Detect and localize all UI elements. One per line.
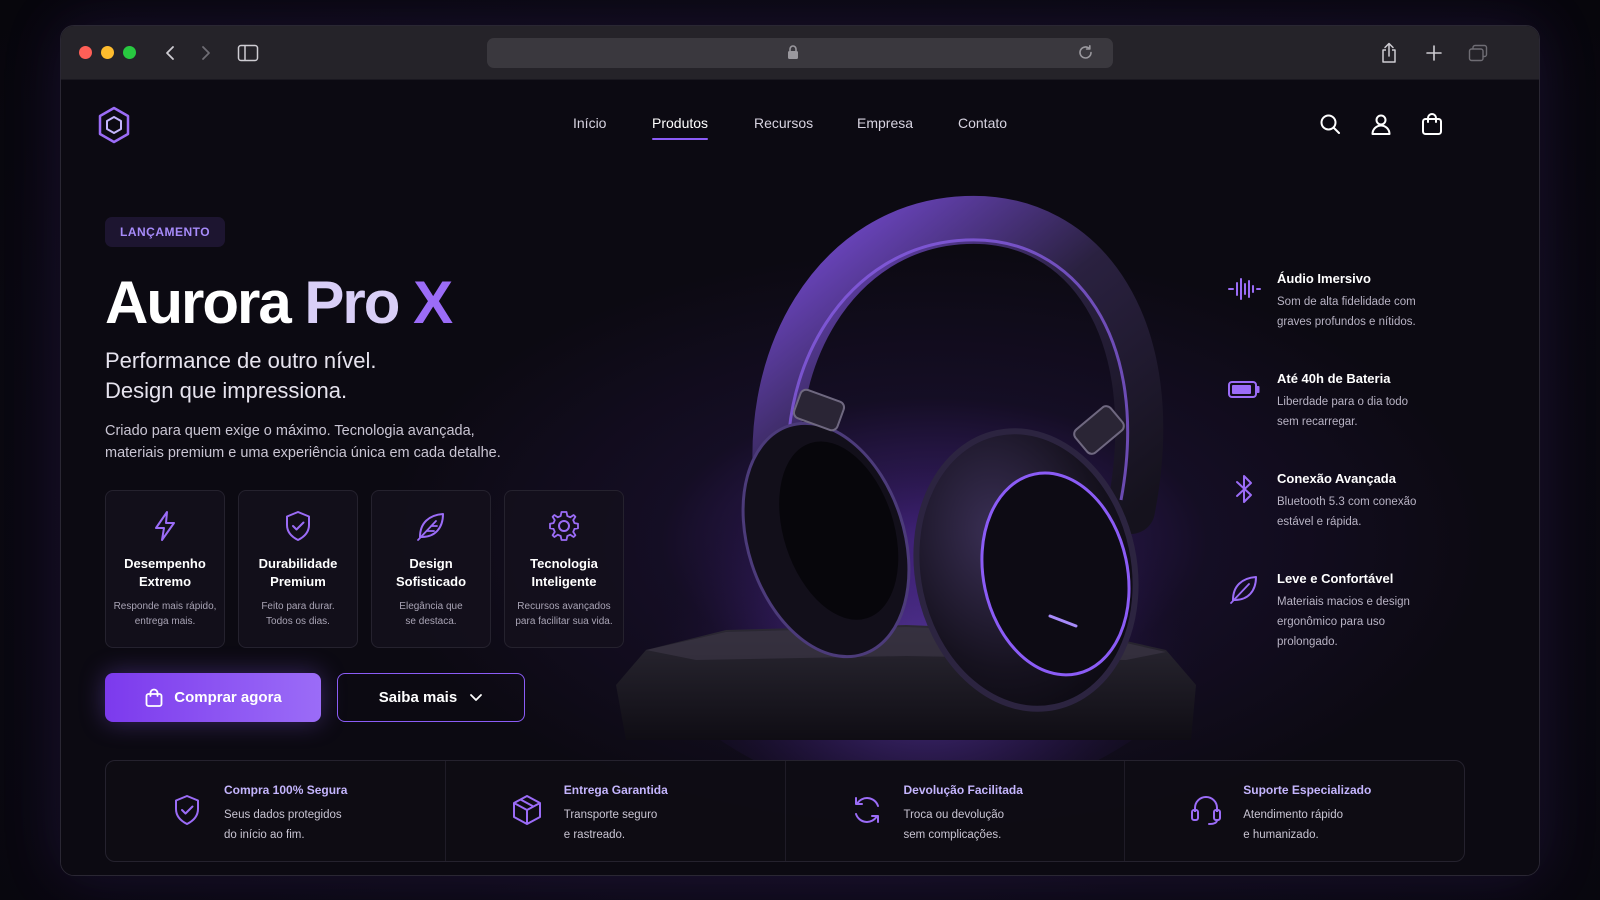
- card-desc: Elegância que se destaca.: [399, 601, 463, 627]
- guarantee-item: Suporte Especializado Atendimento rápido…: [1125, 761, 1464, 861]
- bolt-icon: [155, 511, 175, 541]
- box-icon: [512, 795, 541, 825]
- guarantee-desc: Troca ou devolução sem complicações.: [903, 809, 1005, 841]
- highlight-card[interactable]: Desempenho Extremo Responde mais rápido,…: [105, 490, 225, 648]
- share-icon[interactable]: [1377, 41, 1401, 65]
- subtitle-line: Design que impressiona.: [105, 378, 348, 403]
- guarantee-title: Entrega Garantida: [563, 783, 668, 797]
- waveform-icon: [1228, 278, 1261, 300]
- card-title: Extremo: [138, 574, 192, 589]
- guarantee-title: Devolução Facilitada: [903, 783, 1023, 797]
- feature-list: Áudio Imersivo Som de alta fidelidade co…: [1227, 270, 1477, 670]
- feature-item: Áudio Imersivo Som de alta fidelidade co…: [1227, 270, 1477, 370]
- gear-icon: [549, 511, 579, 541]
- guarantee-desc: Atendimento rápido e humanizado.: [1243, 809, 1343, 841]
- title-pro: Pro: [304, 269, 400, 336]
- shield-check-icon: [286, 511, 310, 541]
- card-title: Sofisticado: [395, 574, 467, 589]
- description-line: materiais premium e uma experiência únic…: [105, 445, 501, 461]
- feature-desc: Liberdade para o dia todo sem recarregar.: [1277, 396, 1409, 428]
- search-icon[interactable]: [1318, 112, 1342, 136]
- headset-icon: [1191, 796, 1222, 825]
- title-x: X: [413, 269, 453, 336]
- title-main: Aurora: [105, 269, 292, 336]
- forward-icon[interactable]: [193, 41, 217, 65]
- buy-now-label: Comprar agora: [174, 689, 282, 706]
- new-tab-icon[interactable]: [1422, 41, 1446, 65]
- buy-now-button[interactable]: Comprar agora: [105, 673, 321, 722]
- shield-check-icon: [175, 795, 199, 825]
- feature-desc: Bluetooth 5.3 com conexão estável e rápid…: [1277, 496, 1417, 528]
- guarantee-desc: Seus dados protegidos do início ao fim.: [224, 809, 342, 841]
- subtitle-line: Performance de outro nível.: [105, 348, 377, 373]
- card-title: Premium: [270, 574, 326, 589]
- highlight-card[interactable]: Design Sofisticado Elegância que se desta…: [371, 490, 491, 648]
- nav-link-contato[interactable]: Contato: [958, 115, 1007, 131]
- card-title: Design: [409, 556, 453, 571]
- feather-icon: [1230, 576, 1257, 604]
- guarantees-bar: Compra 100% Segura Seus dados protegidos…: [105, 760, 1465, 862]
- feature-desc: Materiais macios e design ergonômico para…: [1277, 596, 1410, 648]
- minimize-window-button[interactable]: [101, 46, 114, 59]
- browser-titlebar: [61, 26, 1539, 80]
- hero-subtitle: Performance de outro nível. Design que i…: [105, 346, 376, 406]
- leaf-icon: [417, 513, 444, 541]
- nav-link-inicio[interactable]: Início: [573, 115, 606, 131]
- browser-window: Início Produtos Recursos Empresa Contato…: [60, 25, 1540, 876]
- guarantee-item: Compra 100% Segura Seus dados protegidos…: [106, 761, 446, 861]
- bag-icon[interactable]: [1420, 112, 1444, 136]
- learn-more-button[interactable]: Saiba mais: [337, 673, 525, 722]
- product-title: Aurora Pro X: [105, 268, 453, 337]
- chevron-down-icon: [470, 693, 483, 701]
- tab-overview-icon[interactable]: [1466, 41, 1490, 65]
- bluetooth-icon: [1236, 475, 1252, 503]
- launch-badge: LANÇAMENTO: [105, 217, 226, 247]
- learn-more-label: Saiba mais: [378, 689, 458, 706]
- address-bar[interactable]: [487, 38, 1113, 68]
- refresh-icon: [854, 797, 879, 823]
- card-title: Durabilidade: [258, 556, 338, 571]
- card-title: Desempenho: [124, 556, 206, 571]
- feature-desc: Som de alta fidelidade com graves profund…: [1277, 296, 1416, 328]
- highlight-card[interactable]: Durabilidade Premium Feito para durar. To…: [238, 490, 358, 648]
- nav-link-empresa[interactable]: Empresa: [857, 115, 913, 131]
- guarantee-item: Entrega Garantida Transporte seguro e ras…: [446, 761, 786, 861]
- feature-item: Leve e Confortável Materiais macios e de…: [1227, 570, 1477, 670]
- back-icon[interactable]: [159, 41, 183, 65]
- feature-item: Até 40h de Bateria Liberdade para o dia …: [1227, 370, 1477, 470]
- feature-title: Até 40h de Bateria: [1277, 371, 1391, 386]
- guarantee-item: Devolução Facilitada Troca ou devolução s…: [786, 761, 1126, 861]
- bag-icon: [145, 688, 163, 707]
- nav-link-produtos[interactable]: Produtos: [652, 115, 709, 140]
- close-window-button[interactable]: [79, 46, 92, 59]
- hero-description: Criado para quem exige o máximo. Tecnolo…: [105, 420, 501, 464]
- user-icon[interactable]: [1369, 112, 1393, 136]
- page-content: Início Produtos Recursos Empresa Contato…: [61, 80, 1539, 875]
- card-desc: Responde mais rápido, entrega mais.: [113, 601, 217, 627]
- lock-icon: [787, 45, 799, 65]
- reload-icon[interactable]: [1077, 44, 1094, 66]
- traffic-lights: [79, 46, 136, 59]
- card-desc: Feito para durar. Todos os dias.: [261, 601, 335, 627]
- maximize-window-button[interactable]: [123, 46, 136, 59]
- feature-title: Conexão Avançada: [1277, 471, 1396, 486]
- guarantee-desc: Transporte seguro e rastreado.: [563, 809, 658, 841]
- guarantee-title: Suporte Especializado: [1243, 783, 1372, 797]
- headphones-product-image: [606, 180, 1226, 800]
- guarantee-title: Compra 100% Segura: [224, 783, 348, 797]
- battery-icon: [1228, 381, 1260, 398]
- feature-title: Áudio Imersivo: [1277, 271, 1371, 286]
- sidebar-icon[interactable]: [236, 41, 260, 65]
- nav-link-recursos[interactable]: Recursos: [754, 115, 813, 131]
- feature-item: Conexão Avançada Bluetooth 5.3 com conex…: [1227, 470, 1477, 570]
- description-line: Criado para quem exige o máximo. Tecnolo…: [105, 423, 475, 439]
- highlight-cards: Desempenho Extremo Responde mais rápido,…: [105, 490, 624, 648]
- feature-title: Leve e Confortável: [1277, 571, 1394, 586]
